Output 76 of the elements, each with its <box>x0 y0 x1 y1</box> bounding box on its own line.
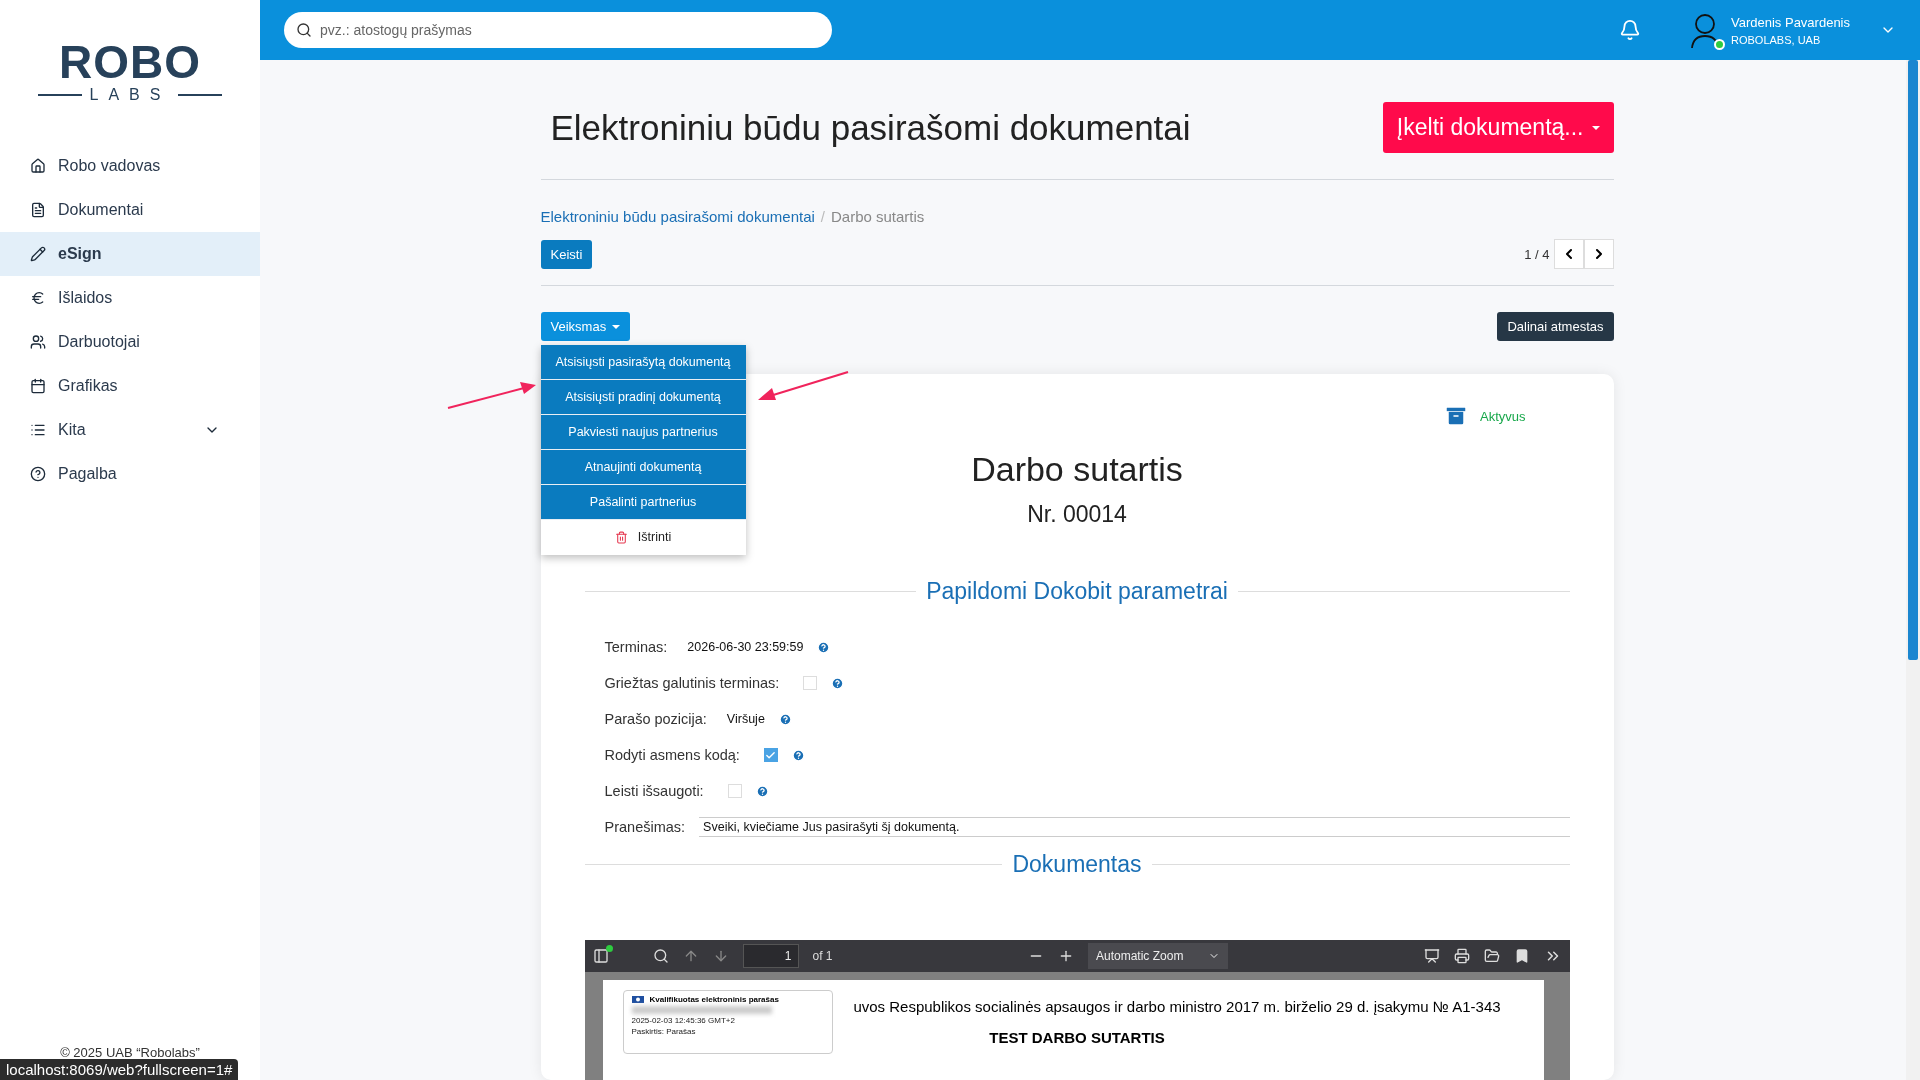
sidebar-item[interactable]: eSign <box>0 232 260 276</box>
copyright-text: © 2025 UAB “Robolabs” <box>59 1045 201 1060</box>
page-count: of 1 <box>812 949 833 963</box>
scrollbar[interactable] <box>1906 60 1920 1080</box>
sidebar-item[interactable]: Kita <box>0 408 260 452</box>
state-label: Aktyvus <box>1480 408 1526 424</box>
document-text: uvos Respublikos socialinės apsaugos ir darbo ministro 2017 m. birželio 29 d. įsakymu № A1-343 <box>852 998 1502 1015</box>
nav-icon <box>30 290 46 306</box>
page-title: Elektroniniu būdu pasirašomi dokumentai <box>550 107 1191 148</box>
search-icon <box>296 22 312 38</box>
section-heading: Dokumentas <box>1012 851 1142 878</box>
param-value: 2026-06-30 23:59:59 <box>687 640 804 654</box>
help-icon[interactable] <box>791 748 805 762</box>
print-icon[interactable] <box>1453 948 1470 964</box>
sidebar-item[interactable]: Darbuotojai <box>0 320 260 364</box>
zoom-select[interactable]: Automatic Zoom <box>1088 943 1228 969</box>
param-label: Leisti išsaugoti: <box>604 783 704 799</box>
upload-button[interactable]: Įkelti dokumentą... <box>1382 102 1614 153</box>
search-field[interactable]: pvz.: atostogų prašymas <box>284 12 832 48</box>
sidebar-item[interactable]: Grafikas <box>0 364 260 408</box>
checkbox[interactable] <box>763 748 778 762</box>
previous-button[interactable] <box>1553 239 1584 269</box>
help-icon[interactable] <box>831 676 845 690</box>
search-icon[interactable] <box>652 948 669 964</box>
flag-icon <box>631 996 644 1003</box>
stamp-title: Kvalifikuotas elektroninis parašas <box>649 995 779 1004</box>
stamp-purpose: Paskirtis: Parašas <box>631 1027 697 1036</box>
sidebar-item[interactable]: Dokumentai <box>0 188 260 232</box>
sidebar-item[interactable]: Išlaidos <box>0 276 260 320</box>
trash-icon <box>614 530 628 544</box>
status-bar: localhost:8069/web?fullscreen=1# <box>0 1059 239 1080</box>
menu-item[interactable]: Atsisiųsti pasirašytą dokumentą <box>540 345 746 380</box>
breadcrumb-current: Darbo sutartis <box>831 208 925 225</box>
sidebar-item[interactable]: Robo vadovas <box>0 144 260 188</box>
next-button[interactable] <box>1583 239 1614 269</box>
help-icon[interactable] <box>817 640 831 654</box>
company-name: ROBOLABS, UAB <box>1731 33 1822 46</box>
param-label: Pranešimas: <box>604 819 686 835</box>
presentation-icon[interactable] <box>1423 948 1440 964</box>
breadcrumb-link[interactable]: Elektroniniu būdu pasirašomi dokumentai <box>540 208 815 225</box>
nav-icon <box>30 466 46 482</box>
menu-item[interactable]: Atnaujinti dokumentą <box>540 450 746 485</box>
help-icon[interactable] <box>778 712 792 726</box>
folder-icon[interactable] <box>1483 948 1500 964</box>
param-value: Viršuje <box>726 712 765 726</box>
menu-item[interactable]: Atsisiųsti pradinį dokumentą <box>540 380 746 415</box>
document-title: Darbo sutartis <box>971 450 1183 489</box>
bell-icon[interactable] <box>1619 19 1641 41</box>
sidebar-item[interactable]: Pagalba <box>0 452 260 496</box>
document-heading: TEST DARBO SUTARTIS <box>989 1029 1165 1046</box>
status-button[interactable]: Dalinai atmestas <box>1497 312 1614 341</box>
nav-icon <box>30 202 46 218</box>
archive-icon <box>1444 404 1468 428</box>
zoom-in-icon[interactable] <box>1058 948 1074 964</box>
nav-icon <box>30 158 46 174</box>
param-label: Rodyti asmens kodą: <box>604 747 740 763</box>
nav-icon <box>30 334 46 350</box>
logo[interactable]: ROBO LABS <box>0 38 260 104</box>
menu-item[interactable]: Pakviesti naujus partnerius <box>540 415 746 450</box>
document-number: Nr. 00014 <box>1027 501 1127 528</box>
param-label: Parašo pozicija: <box>604 711 707 727</box>
message-field[interactable]: Sveiki, kviečiame Jus pasirašyti šį dokumentą. <box>699 817 1570 837</box>
nav-icon <box>30 378 46 394</box>
param-label: Terminas: <box>604 639 668 655</box>
nav-icon <box>30 246 46 262</box>
page-number-field[interactable]: 1 <box>742 944 799 968</box>
section-heading: Papildomi Dokobit parametrai <box>926 578 1228 605</box>
help-icon[interactable] <box>755 784 769 798</box>
user-name: Vardenis Pavardenis <box>1731 14 1850 30</box>
menu-item[interactable]: Pašalinti partnerius <box>540 485 746 520</box>
pager-text: 1 / 4 <box>1524 246 1550 262</box>
nav-icon <box>30 422 46 438</box>
breadcrumb-separator: / <box>820 208 825 225</box>
edit-button[interactable]: Keisti <box>540 240 593 269</box>
stamp-date: 2025-02-03 12:45:36 GMT+2 <box>631 1016 736 1025</box>
param-label: Griežtas galutinis terminas: <box>604 675 780 691</box>
